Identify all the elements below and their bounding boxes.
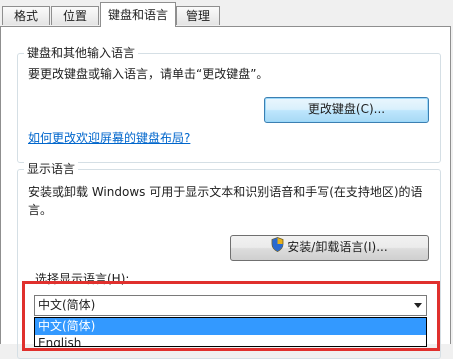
choose-display-language-label: 选择显示语言(H): xyxy=(35,272,130,286)
keyboards-description: 要更改键盘或输入语言，请单击“更改键盘”。 xyxy=(28,67,269,81)
tab-label: 键盘和语言 xyxy=(107,8,168,22)
tab-label: 位置 xyxy=(62,9,87,23)
tab-label: 格式 xyxy=(13,9,38,23)
list-item[interactable]: English xyxy=(35,335,426,346)
list-item[interactable]: 中文(简体) xyxy=(35,318,426,335)
tab-label: 管理 xyxy=(185,9,210,23)
install-uninstall-languages-label: 安装/卸载语言(I)... xyxy=(287,240,388,254)
install-uninstall-languages-button[interactable]: 安装/卸载语言(I)... xyxy=(230,235,429,261)
display-language-group-title: 显示语言 xyxy=(24,162,79,177)
keyboard-layout-help-link[interactable]: 如何更改欢迎屏幕的键盘布局? xyxy=(28,129,190,147)
display-language-select[interactable]: 中文(简体) xyxy=(34,295,427,316)
display-language-selected: 中文(简体) xyxy=(38,298,96,312)
tab-format[interactable]: 格式 xyxy=(2,6,50,25)
tab-administrative[interactable]: 管理 xyxy=(176,6,220,25)
display-language-description-line2: 言。 xyxy=(28,203,53,217)
keyboards-group: 键盘和其他输入语言 要更改键盘或输入语言，请单击“更改键盘”。 更改键盘(C).… xyxy=(17,46,441,163)
keyboards-group-title: 键盘和其他输入语言 xyxy=(24,46,139,61)
shield-icon xyxy=(271,236,284,259)
tab-location[interactable]: 位置 xyxy=(51,6,99,25)
tab-keyboards-and-languages[interactable]: 键盘和语言 xyxy=(100,2,176,27)
chevron-down-icon[interactable] xyxy=(414,303,422,308)
change-keyboards-button[interactable]: 更改键盘(C)... xyxy=(264,97,429,123)
tab-strip: 格式 位置 键盘和语言 管理 xyxy=(0,0,453,27)
display-language-dropdown-list: 中文(简体) English xyxy=(34,317,427,347)
display-language-description-line1: 安装或卸载 Windows 可用于显示文本和识别语音和手写(在支持地区)的语 xyxy=(28,185,423,199)
